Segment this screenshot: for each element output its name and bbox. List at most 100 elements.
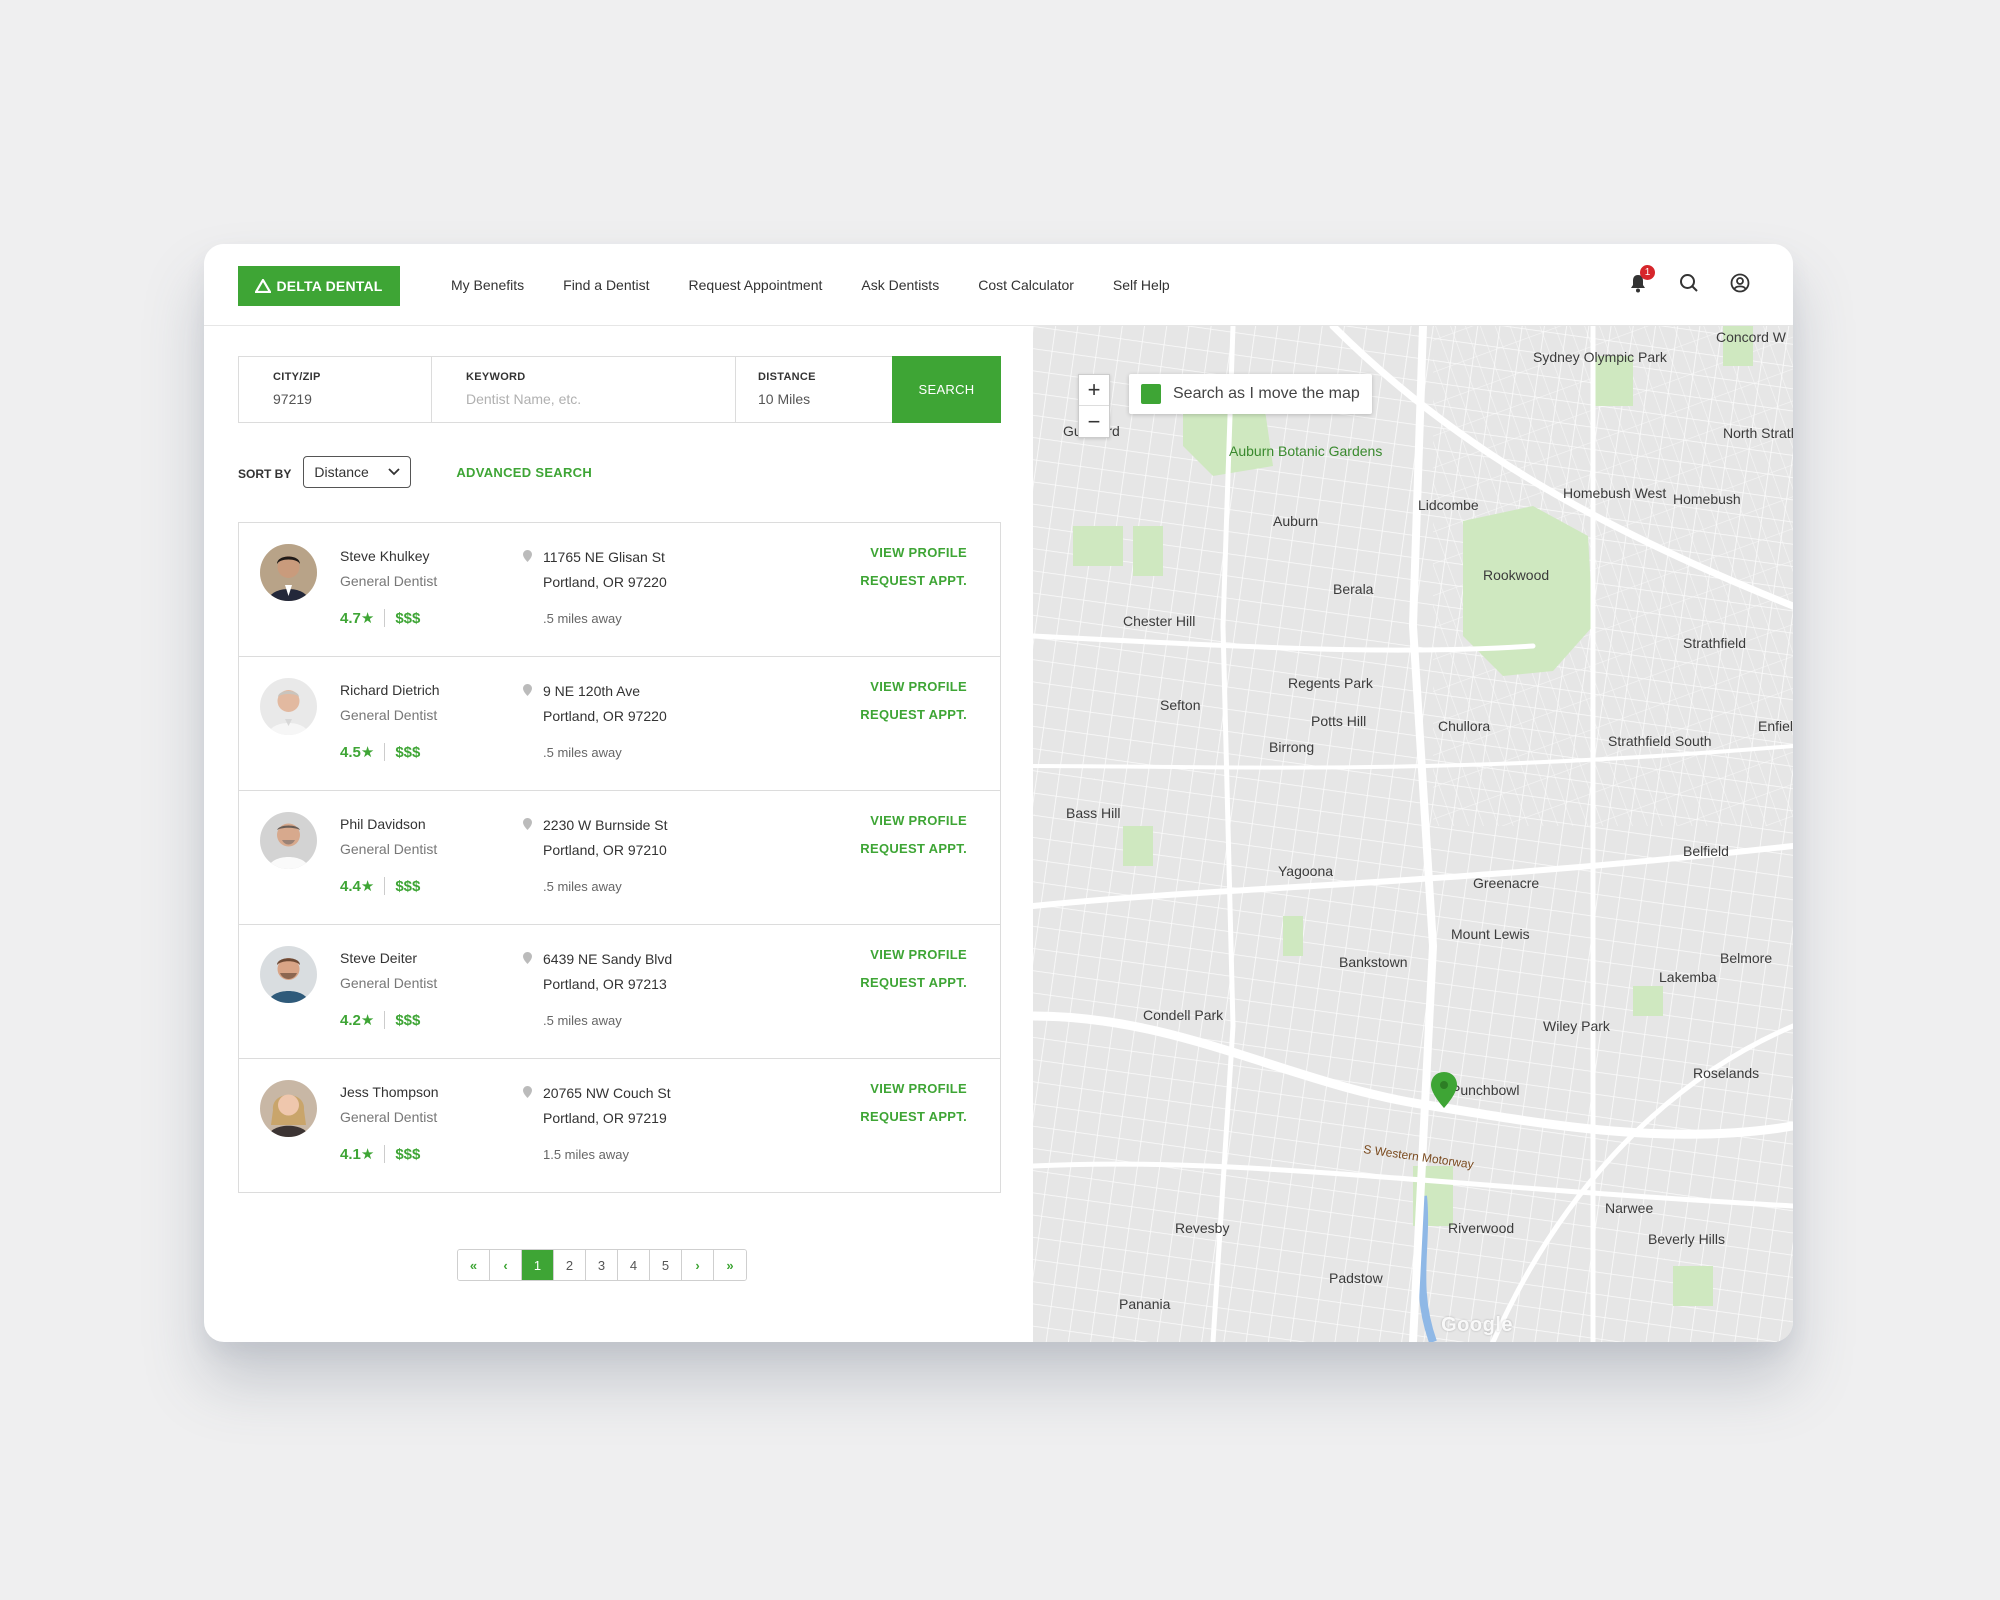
map-label: Rookwood xyxy=(1483,567,1549,583)
star-icon: ★ xyxy=(360,610,375,627)
rating-row: 4.5 ★ $$$ xyxy=(340,743,420,761)
dentist-name[interactable]: Phil Davidson xyxy=(340,816,426,832)
request-appt-link[interactable]: REQUEST APPT. xyxy=(860,707,967,722)
dentist-card: Jess Thompson General Dentist 4.1 ★ $$$ 2… xyxy=(239,1059,1000,1192)
header-search-button[interactable] xyxy=(1676,270,1702,296)
chevron-down-icon xyxy=(388,468,400,476)
distance-field[interactable]: DISTANCE 10 Miles xyxy=(736,357,893,422)
avatar[interactable] xyxy=(260,1080,317,1137)
sort-by-label: SORT BY xyxy=(238,467,292,481)
dentist-name[interactable]: Steve Khulkey xyxy=(340,548,430,564)
map-label: Greenacre xyxy=(1473,875,1539,891)
logo-triangle-icon xyxy=(255,279,272,293)
cost-level: $$$ xyxy=(395,1145,421,1163)
zoom-out-button[interactable]: − xyxy=(1079,406,1109,437)
park-area xyxy=(1673,1266,1713,1306)
cost-level: $$$ xyxy=(395,743,421,761)
nav-ask-dentists[interactable]: Ask Dentists xyxy=(861,277,939,293)
dentist-name[interactable]: Jess Thompson xyxy=(340,1084,439,1100)
view-profile-link[interactable]: VIEW PROFILE xyxy=(870,545,967,560)
map-panel[interactable]: Concord W Sydney Olympic Park North Stra… xyxy=(1033,326,1793,1342)
keyword-field[interactable]: KEYWORD xyxy=(432,357,736,422)
header-icons: 1 xyxy=(1600,265,1753,296)
map-label: Lakemba xyxy=(1659,969,1717,985)
location-pin-icon xyxy=(523,952,532,964)
request-appt-link[interactable]: REQUEST APPT. xyxy=(860,841,967,856)
location-pin-icon xyxy=(523,1086,532,1098)
last-page-button[interactable]: » xyxy=(714,1250,746,1280)
user-icon xyxy=(1730,273,1750,293)
map-label: Chester Hill xyxy=(1123,613,1195,629)
logo-text: DELTA DENTAL xyxy=(276,278,383,294)
address-line-2: Portland, OR 97213 xyxy=(543,976,667,992)
notifications-button[interactable]: 1 xyxy=(1625,265,1655,296)
map-label: Chullora xyxy=(1438,718,1490,734)
next-page-button[interactable]: › xyxy=(682,1250,714,1280)
city-zip-value[interactable]: 97219 xyxy=(273,391,431,407)
zoom-in-button[interactable]: + xyxy=(1079,375,1109,406)
request-appt-link[interactable]: REQUEST APPT. xyxy=(860,573,967,588)
map-label: Condell Park xyxy=(1143,1007,1224,1023)
nav-find-a-dentist[interactable]: Find a Dentist xyxy=(563,277,649,293)
map-label: Homebush West xyxy=(1563,485,1666,501)
dentist-name[interactable]: Steve Deiter xyxy=(340,950,417,966)
view-profile-link[interactable]: VIEW PROFILE xyxy=(870,813,967,828)
delta-dental-logo[interactable]: DELTA DENTAL xyxy=(238,266,400,306)
page-3-button[interactable]: 3 xyxy=(586,1250,618,1280)
sort-row: SORT BY Distance ADVANCED SEARCH xyxy=(238,456,592,488)
request-appt-link[interactable]: REQUEST APPT. xyxy=(860,975,967,990)
map-label: Panania xyxy=(1119,1296,1171,1312)
sort-select[interactable]: Distance xyxy=(303,456,412,488)
page-4-button[interactable]: 4 xyxy=(618,1250,650,1280)
avatar[interactable] xyxy=(260,678,317,735)
distance-value[interactable]: 10 Miles xyxy=(758,391,892,407)
star-icon: ★ xyxy=(360,878,375,895)
dentist-name[interactable]: Richard Dietrich xyxy=(340,682,440,698)
nav-my-benefits[interactable]: My Benefits xyxy=(451,277,524,293)
address-line-1: 2230 W Burnside St xyxy=(543,817,668,833)
nav-self-help[interactable]: Self Help xyxy=(1113,277,1170,293)
sort-selected-value: Distance xyxy=(314,464,369,480)
page-2-button[interactable]: 2 xyxy=(554,1250,586,1280)
distance-away: 1.5 miles away xyxy=(543,1147,629,1162)
map-label: Auburn xyxy=(1273,513,1318,529)
page-5-button[interactable]: 5 xyxy=(650,1250,682,1280)
view-profile-link[interactable]: VIEW PROFILE xyxy=(870,679,967,694)
map-label: Punchbowl xyxy=(1451,1082,1520,1098)
nav-request-appointment[interactable]: Request Appointment xyxy=(689,277,823,293)
keyword-input[interactable] xyxy=(466,391,726,407)
search-button[interactable]: SEARCH xyxy=(892,356,1001,423)
page-1-button[interactable]: 1 xyxy=(522,1250,554,1280)
star-icon: ★ xyxy=(360,1012,375,1029)
dentist-card: Richard Dietrich General Dentist 4.5 ★ $$… xyxy=(239,657,1000,791)
checkbox[interactable] xyxy=(1141,384,1161,404)
map-label: Wiley Park xyxy=(1543,1018,1611,1034)
map-label: Homebush xyxy=(1673,491,1741,507)
search-as-move-toggle[interactable]: Search as I move the map xyxy=(1129,374,1372,414)
divider xyxy=(384,877,386,895)
star-icon: ★ xyxy=(360,1146,375,1163)
rating-value: 4.7 xyxy=(340,609,361,627)
city-zip-field[interactable]: CITY/ZIP 97219 xyxy=(239,357,432,422)
rating-row: 4.2 ★ $$$ xyxy=(340,1011,420,1029)
avatar[interactable] xyxy=(260,946,317,1003)
map-label: Yagoona xyxy=(1278,863,1333,879)
search-as-move-label: Search as I move the map xyxy=(1173,385,1360,402)
first-page-button[interactable]: « xyxy=(458,1250,490,1280)
request-appt-link[interactable]: REQUEST APPT. xyxy=(860,1109,967,1124)
advanced-search-link[interactable]: ADVANCED SEARCH xyxy=(456,465,592,480)
city-zip-label: CITY/ZIP xyxy=(273,371,321,383)
map-canvas[interactable]: Concord W Sydney Olympic Park North Stra… xyxy=(1033,326,1793,1342)
map-label: Concord W xyxy=(1716,329,1787,345)
rating-value: 4.5 xyxy=(340,743,361,761)
avatar[interactable] xyxy=(260,544,317,601)
nav-cost-calculator[interactable]: Cost Calculator xyxy=(978,277,1074,293)
account-button[interactable] xyxy=(1727,270,1753,296)
dentist-specialty: General Dentist xyxy=(340,707,438,723)
prev-page-button[interactable]: ‹ xyxy=(490,1250,522,1280)
park-area xyxy=(1073,526,1123,566)
avatar[interactable] xyxy=(260,812,317,869)
pagination: « ‹ 1 2 3 4 5 › » xyxy=(457,1249,747,1281)
view-profile-link[interactable]: VIEW PROFILE xyxy=(870,1081,967,1096)
view-profile-link[interactable]: VIEW PROFILE xyxy=(870,947,967,962)
